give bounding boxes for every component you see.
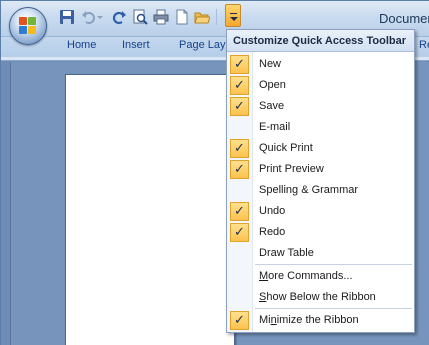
menu-item-label: Open bbox=[259, 79, 286, 91]
menu-item-label: New bbox=[259, 58, 282, 70]
print-preview-icon[interactable] bbox=[132, 9, 148, 25]
new-document-icon[interactable] bbox=[174, 9, 190, 25]
menu-item-label: E-mail bbox=[259, 121, 291, 133]
document-page[interactable] bbox=[65, 74, 235, 345]
menu-item-label: Spelling & Grammar bbox=[259, 184, 359, 196]
tab-references[interactable]: Re bbox=[419, 39, 429, 51]
menu-item-print-preview[interactable]: ✓ Print Preview bbox=[227, 159, 414, 179]
menu-item-label: Redo bbox=[259, 226, 286, 238]
customize-qat-menu: Customize Quick Access Toolbar ✓ New ✓ O… bbox=[226, 29, 415, 333]
menu-item-save[interactable]: ✓ Save bbox=[227, 96, 414, 116]
menu-item-label: Show Below the Ribbon bbox=[259, 291, 376, 303]
office-logo-icon bbox=[19, 17, 37, 35]
undo-dropdown-icon[interactable] bbox=[96, 9, 104, 25]
checkmark-icon: ✓ bbox=[230, 311, 249, 330]
quick-print-icon[interactable] bbox=[153, 9, 169, 25]
menu-item-open[interactable]: ✓ Open bbox=[227, 75, 414, 95]
menu-item-label: Print Preview bbox=[259, 163, 324, 175]
tab-page-layout[interactable]: Page Layo bbox=[179, 39, 232, 51]
menu-item-draw-table[interactable]: Draw Table bbox=[227, 243, 414, 263]
tab-insert[interactable]: Insert bbox=[122, 39, 150, 51]
menu-item-new[interactable]: ✓ New bbox=[227, 54, 414, 74]
checkmark-icon: ✓ bbox=[230, 160, 249, 179]
menu-item-label: Minimize the Ribbon bbox=[259, 314, 359, 326]
open-folder-icon[interactable] bbox=[194, 9, 210, 25]
menu-item-spelling-grammar[interactable]: Spelling & Grammar bbox=[227, 180, 414, 200]
menu-item-label: Undo bbox=[259, 205, 286, 217]
menu-item-undo[interactable]: ✓ Undo bbox=[227, 201, 414, 221]
checkmark-icon: ✓ bbox=[230, 55, 249, 74]
menu-item-label: Quick Print bbox=[259, 142, 313, 154]
checkmark-icon: ✓ bbox=[230, 223, 249, 242]
save-icon[interactable] bbox=[59, 9, 75, 25]
office-button[interactable] bbox=[9, 7, 47, 45]
redo-icon[interactable] bbox=[111, 9, 127, 25]
word-window: Documen Home Insert Page Layo Re Customi… bbox=[0, 0, 429, 345]
checkmark-icon: ✓ bbox=[230, 97, 249, 116]
vertical-ruler bbox=[1, 62, 11, 345]
menu-item-label: Draw Table bbox=[259, 247, 314, 259]
customize-qat-button[interactable] bbox=[225, 4, 241, 27]
checkmark-icon: ✓ bbox=[230, 202, 249, 221]
qat-separator bbox=[216, 9, 217, 25]
menu-separator bbox=[255, 308, 412, 309]
window-title: Documen bbox=[379, 11, 429, 26]
menu-header: Customize Quick Access Toolbar bbox=[227, 30, 414, 52]
checkmark-icon: ✓ bbox=[230, 76, 249, 95]
menu-item-quick-print[interactable]: ✓ Quick Print bbox=[227, 138, 414, 158]
menu-item-more-commands[interactable]: More Commands... bbox=[227, 266, 414, 286]
menu-item-label: Save bbox=[259, 100, 285, 112]
tab-home[interactable]: Home bbox=[67, 39, 96, 51]
checkmark-icon: ✓ bbox=[230, 139, 249, 158]
menu-item-show-below-ribbon[interactable]: Show Below the Ribbon bbox=[227, 287, 414, 307]
menu-item-redo[interactable]: ✓ Redo bbox=[227, 222, 414, 242]
menu-item-minimize-ribbon[interactable]: ✓ Minimize the Ribbon bbox=[227, 310, 414, 330]
menu-item-label: More Commands... bbox=[259, 270, 353, 282]
menu-item-email[interactable]: E-mail bbox=[227, 117, 414, 137]
undo-icon[interactable] bbox=[81, 9, 97, 25]
menu-separator bbox=[255, 264, 412, 265]
